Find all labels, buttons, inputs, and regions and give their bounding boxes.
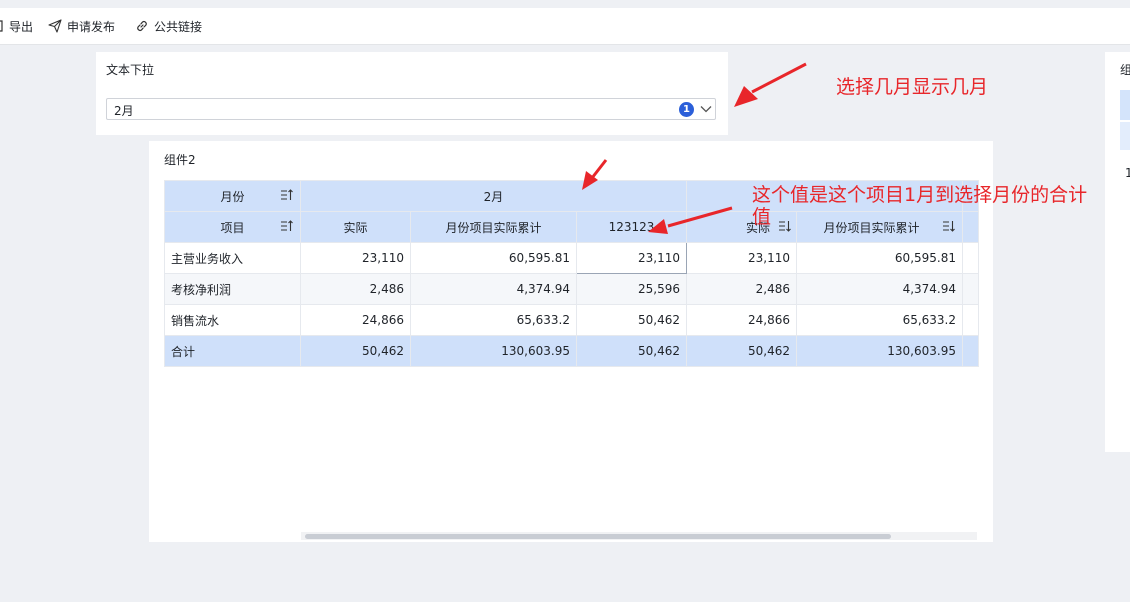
row-label: 主营业务收入	[164, 242, 301, 274]
table-cell[interactable]: 23,110	[686, 242, 797, 274]
table-cell[interactable]: 65,633.2	[796, 304, 963, 336]
right-widget-cell: 1	[1125, 166, 1130, 180]
export-button[interactable]: 导出	[0, 8, 33, 44]
toolbar: 导出 申请发布 公共链接	[0, 8, 1130, 45]
sort-icon[interactable]	[280, 189, 294, 204]
arrowhead	[734, 86, 758, 107]
scrollbar-thumb[interactable]	[305, 534, 891, 539]
month-dim-header[interactable]: 月份	[164, 180, 301, 212]
table-row: 主营业务收入 23,110 60,595.81 23,110 23,110 60…	[164, 242, 979, 274]
filter-title: 文本下拉	[106, 63, 155, 77]
row-label: 合计	[164, 335, 301, 367]
chevron-down-icon[interactable]	[699, 102, 713, 119]
table-cell[interactable]: 4,374.94	[796, 273, 963, 305]
row-label: 考核净利润	[164, 273, 301, 305]
public-link-button[interactable]: 公共链接	[135, 8, 202, 44]
column-header[interactable]: 实际	[300, 211, 411, 243]
total-row: 合计 50,462 130,603.95 50,462 50,462 130,6…	[164, 335, 979, 367]
widget-title: 组件2	[164, 153, 196, 167]
overflow-cell	[962, 335, 979, 367]
overflow-cell	[962, 273, 979, 305]
annotation-sum-note-line2: 值	[752, 206, 772, 228]
table-cell[interactable]: 65,633.2	[410, 304, 577, 336]
table-cell[interactable]: 25,596	[576, 273, 687, 305]
table-cell[interactable]: 130,603.95	[410, 335, 577, 367]
table-cell-selected[interactable]: 23,110	[576, 242, 687, 274]
table-row: 销售流水 24,866 65,633.2 50,462 24,866 65,63…	[164, 304, 979, 336]
right-widget-title: 组	[1120, 63, 1130, 77]
month-dim-label: 月份	[220, 189, 245, 204]
horizontal-scrollbar[interactable]	[301, 532, 977, 540]
month-select[interactable]: 2月 1	[106, 98, 716, 120]
table-cell[interactable]: 60,595.81	[796, 242, 963, 274]
annotation-sum-note-line1: 这个值是这个项目1月到选择月份的合计	[752, 184, 1088, 206]
right-widget-partial: 组 1	[1105, 52, 1130, 452]
select-value: 2月	[114, 104, 134, 118]
table-cell[interactable]: 50,462	[576, 304, 687, 336]
annotation-month-note: 选择几月显示几月	[836, 76, 989, 98]
apply-publish-button[interactable]: 申请发布	[48, 8, 115, 44]
right-widget-header-row	[1120, 122, 1130, 150]
column-header[interactable]: 123123	[576, 211, 687, 243]
arrow-to-dropdown	[751, 62, 807, 94]
table-cell[interactable]: 50,462	[686, 335, 797, 367]
apply-publish-label: 申请发布	[67, 19, 116, 34]
table-cell[interactable]: 23,110	[300, 242, 411, 274]
public-link-label: 公共链接	[154, 19, 203, 34]
table-cell[interactable]: 50,462	[300, 335, 411, 367]
link-icon	[135, 19, 149, 33]
right-widget-header	[1120, 90, 1130, 120]
table-cell[interactable]: 24,866	[686, 304, 797, 336]
text-dropdown-filter-card: 文本下拉 2月 1	[96, 52, 728, 135]
table-cell[interactable]: 2,486	[300, 273, 411, 305]
month-group-header: 2月	[300, 180, 687, 212]
table-cell[interactable]: 60,595.81	[410, 242, 577, 274]
table-cell[interactable]: 24,866	[300, 304, 411, 336]
table-cell[interactable]: 130,603.95	[796, 335, 963, 367]
table-row: 考核净利润 2,486 4,374.94 25,596 2,486 4,374.…	[164, 273, 979, 305]
table-cell[interactable]: 4,374.94	[410, 273, 577, 305]
overflow-cell	[962, 304, 979, 336]
send-icon	[48, 19, 62, 33]
overflow-cell	[962, 242, 979, 274]
item-dim-header[interactable]: 项目	[164, 211, 301, 243]
row-label: 销售流水	[164, 304, 301, 336]
sort-icon[interactable]	[280, 220, 294, 235]
column-header[interactable]: 月份项目实际累计	[410, 211, 577, 243]
annotation-sum-note: 这个值是这个项目1月到选择月份的合计 值	[752, 184, 1130, 228]
export-label: 导出	[9, 19, 34, 34]
export-icon	[0, 19, 4, 33]
table-cell[interactable]: 50,462	[576, 335, 687, 367]
selected-count-badge: 1	[679, 102, 694, 117]
table-cell[interactable]: 2,486	[686, 273, 797, 305]
item-dim-label: 项目	[220, 220, 245, 235]
